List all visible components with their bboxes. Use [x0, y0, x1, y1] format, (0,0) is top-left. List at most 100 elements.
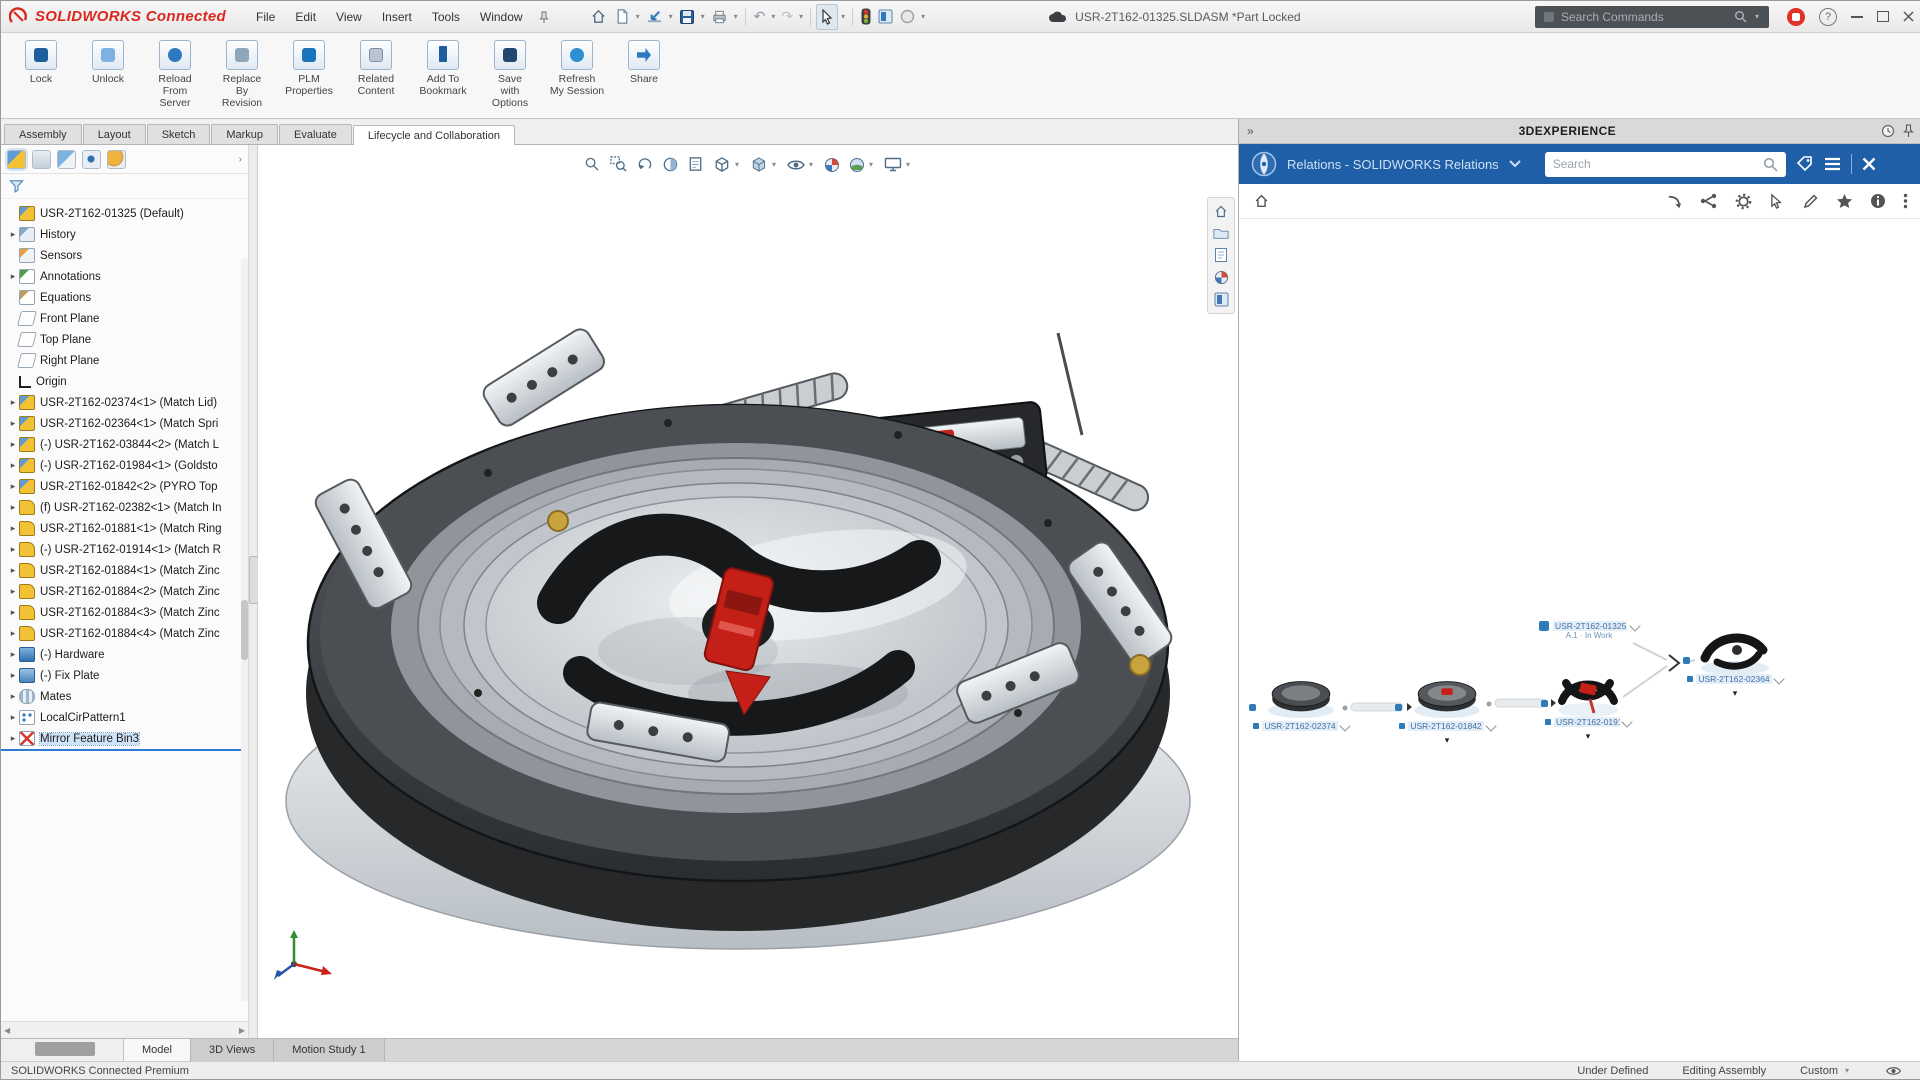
node-label[interactable]: USR-2T162-01325: [1553, 621, 1627, 631]
ribbon-button[interactable]: Refresh My Session: [545, 38, 609, 99]
undo-button[interactable]: ↶: [751, 5, 769, 29]
propertymanager-tab-icon[interactable]: [32, 150, 51, 169]
view-settings-caret-icon[interactable]: ▾: [904, 160, 912, 169]
hamburger-menu-icon[interactable]: [1824, 157, 1841, 171]
tree-item[interactable]: Front Plane: [1, 308, 248, 329]
history-clock-icon[interactable]: [1881, 124, 1895, 138]
expand-arrow-icon[interactable]: ▸: [7, 628, 19, 639]
new-caret-icon[interactable]: ▾: [634, 12, 642, 21]
previous-view-icon[interactable]: [636, 156, 653, 173]
tree-item[interactable]: ▸ History: [1, 224, 248, 245]
node-expand-chevron-icon[interactable]: [1339, 720, 1350, 731]
file-explorer-icon[interactable]: [1214, 247, 1228, 263]
help-icon[interactable]: ?: [1819, 8, 1837, 26]
tree-item[interactable]: ▸ Mirror Feature Bin3: [1, 728, 248, 749]
visibility-eye-icon[interactable]: [1885, 1065, 1902, 1077]
command-tab[interactable]: Assembly: [4, 124, 82, 144]
select-tool-button[interactable]: [816, 4, 838, 30]
search-scope-caret-icon[interactable]: ▾: [1753, 12, 1761, 21]
zoom-fit-icon[interactable]: [584, 156, 601, 173]
redo-button[interactable]: ↷: [778, 5, 796, 29]
tree-item[interactable]: ▸ USR-2T162-01884<4> (Match Zinc: [1, 623, 248, 644]
menubar-item[interactable]: Tools: [422, 8, 470, 26]
tag-icon[interactable]: [1796, 155, 1814, 173]
ribbon-button[interactable]: Lock: [9, 38, 73, 87]
tree-item[interactable]: ▸ LocalCirPattern1: [1, 707, 248, 728]
3dexperience-compass-icon[interactable]: [1251, 151, 1277, 177]
tree-item[interactable]: ▸ USR-2T162-01884<1> (Match Zinc: [1, 560, 248, 581]
expand-arrow-icon[interactable]: ▸: [7, 481, 19, 492]
node-label[interactable]: USR-2T162-02374: [1262, 721, 1337, 731]
tree-item[interactable]: ▸ (f) USR-2T162-02382<1> (Match In: [1, 497, 248, 518]
ribbon-button[interactable]: Replace By Revision: [210, 38, 274, 111]
close-panel-icon[interactable]: [1862, 157, 1876, 171]
displaymanager-tab-icon[interactable]: [107, 150, 126, 169]
relations-branch-icon[interactable]: [1700, 193, 1718, 209]
menubar-item[interactable]: Insert: [372, 8, 422, 26]
expand-arrow-icon[interactable]: ▸: [7, 649, 19, 660]
info-icon[interactable]: [1870, 193, 1886, 209]
tree-item[interactable]: Sensors: [1, 245, 248, 266]
view-tab[interactable]: Motion Study 1: [274, 1039, 384, 1061]
tree-vertical-scrollbar[interactable]: [241, 259, 248, 1001]
settings-gear-icon[interactable]: [1735, 193, 1752, 210]
annotation-view-icon[interactable]: [688, 156, 704, 173]
restore-button[interactable]: [1877, 11, 1889, 22]
select-cursor-icon[interactable]: [1769, 193, 1786, 210]
dimxpertmanager-tab-icon[interactable]: [82, 150, 101, 169]
expand-arrow-icon[interactable]: ▸: [7, 523, 19, 534]
relation-node[interactable]: USR-2T162-01842 ▾: [1399, 671, 1495, 746]
view-tabs-scrollbar[interactable]: [1, 1039, 124, 1061]
tab-strip-overflow-icon[interactable]: ›: [239, 154, 242, 165]
tree-item[interactable]: ▸ Annotations: [1, 266, 248, 287]
options-caret-icon[interactable]: ▾: [919, 12, 927, 21]
menubar-item[interactable]: File: [246, 8, 285, 26]
apply-scene-icon[interactable]: ▾: [849, 157, 875, 173]
view-tab[interactable]: 3D Views: [191, 1039, 274, 1061]
tree-item[interactable]: ▸ USR-2T162-02364<1> (Match Spri: [1, 413, 248, 434]
node-expand-chevron-icon[interactable]: [1485, 720, 1496, 731]
hide-show-items-icon[interactable]: ▾: [787, 158, 815, 172]
widget-search-box[interactable]: Search: [1545, 152, 1786, 177]
section-view-icon[interactable]: [662, 156, 679, 173]
command-tab[interactable]: Layout: [83, 124, 146, 144]
tree-item[interactable]: ▸ (-) USR-2T162-03844<2> (Match L: [1, 434, 248, 455]
search-commands-box[interactable]: Search Commands ▾: [1535, 6, 1769, 28]
tree-item[interactable]: ▸ (-) Fix Plate: [1, 665, 248, 686]
expand-arrow-icon[interactable]: ▸: [7, 586, 19, 597]
relations-graph[interactable]: USR-2T162-02374 USR-2T162-: [1239, 219, 1920, 1061]
graph-home-icon[interactable]: [1253, 193, 1270, 209]
tree-horizontal-scrollbar[interactable]: ◀ ▶: [1, 1021, 248, 1038]
tree-item[interactable]: ▸ USR-2T162-01842<2> (PYRO Top: [1, 476, 248, 497]
save-caret-icon[interactable]: ▾: [699, 12, 707, 21]
apply-scene-caret-icon[interactable]: ▾: [867, 160, 875, 169]
scroll-left-icon[interactable]: ◀: [4, 1026, 10, 1035]
relation-node[interactable]: USR-2T162-02364 ▾: [1687, 624, 1783, 699]
expand-arrow-icon[interactable]: ▸: [7, 691, 19, 702]
menubar-item[interactable]: Window: [470, 8, 533, 26]
redo-caret-icon[interactable]: ▾: [797, 12, 805, 21]
scrollbar-thumb[interactable]: [35, 1042, 95, 1056]
pin-panel-icon[interactable]: [1903, 124, 1914, 138]
appearances-scenes-icon[interactable]: [1214, 270, 1229, 285]
relation-node-card[interactable]: USR-2T162-01325 A.1 · In Work: [1539, 621, 1639, 640]
edit-pencil-icon[interactable]: [1803, 193, 1819, 209]
expand-arrow-icon[interactable]: ▸: [7, 544, 19, 555]
tree-item[interactable]: Equations: [1, 287, 248, 308]
node-label[interactable]: USR-2T162-01914: [1554, 717, 1620, 727]
display-style-caret-icon[interactable]: ▾: [770, 160, 778, 169]
pin-menu-icon[interactable]: [539, 11, 549, 23]
expand-arrow-icon[interactable]: ▸: [7, 439, 19, 450]
panel-splitter[interactable]: [249, 145, 258, 1038]
save-button[interactable]: [676, 5, 698, 29]
menubar-item[interactable]: View: [326, 8, 372, 26]
expand-more-icon[interactable]: ▾: [1545, 731, 1631, 742]
ribbon-button[interactable]: Unlock: [76, 38, 140, 87]
tree-item[interactable]: Origin: [1, 371, 248, 392]
command-tab[interactable]: Evaluate: [279, 124, 352, 144]
scroll-right-icon[interactable]: ▶: [239, 1026, 245, 1035]
widget-title-caret-icon[interactable]: [1509, 160, 1521, 168]
expand-arrow-icon[interactable]: ▸: [7, 607, 19, 618]
tree-root-item[interactable]: USR-2T162-01325 (Default): [1, 203, 248, 224]
view-tab[interactable]: Model: [124, 1039, 191, 1061]
